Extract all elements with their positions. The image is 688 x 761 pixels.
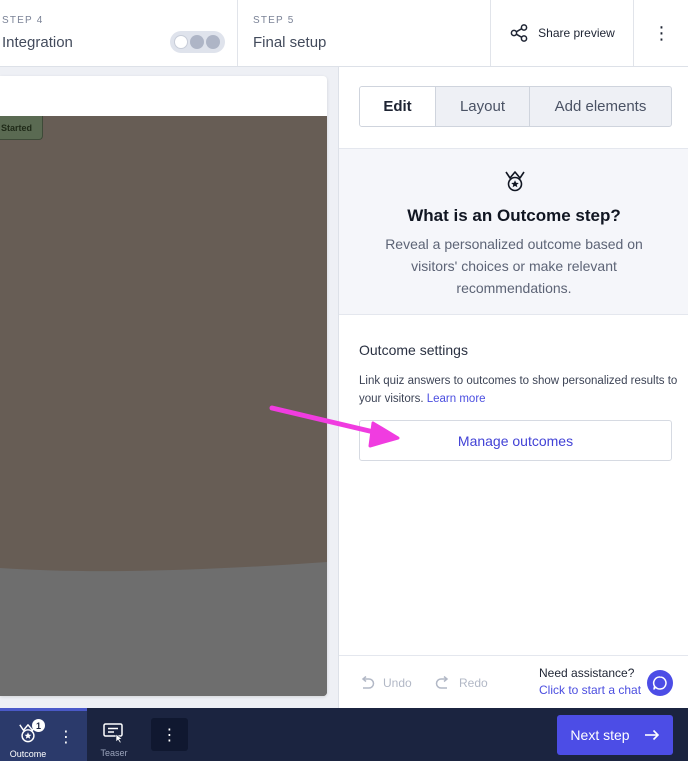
quiz-preview-area: Started (0, 67, 338, 708)
undo-label: Undo (383, 676, 412, 690)
chat-bubble-button[interactable] (647, 670, 673, 696)
step-final-setup[interactable]: STEP 5 Final setup (239, 0, 491, 66)
share-preview-label: Share preview (538, 26, 615, 40)
next-step-label: Next step (570, 727, 630, 743)
footer-bar: 1 Outcome ⋮ Teaser ⋮ Next step (0, 708, 688, 761)
start-chat-link[interactable]: Click to start a chat (539, 683, 641, 697)
outcome-settings-description: Link quiz answers to outcomes to show pe… (359, 372, 679, 408)
header-more-button[interactable]: ⋮ (635, 0, 688, 66)
manage-outcomes-button[interactable]: Manage outcomes (359, 420, 672, 461)
footer-outcome-step[interactable]: 1 Outcome ⋮ (0, 708, 87, 761)
redo-icon (435, 676, 449, 689)
outcome-crown-icon (505, 171, 525, 192)
toggle-dot (174, 35, 188, 49)
settings-description-text: Link quiz answers to outcomes to show pe… (359, 375, 678, 405)
panel-bottom-bar: Undo Redo Need assistance? Click to star… (339, 655, 688, 708)
step-number: STEP 5 (253, 15, 295, 26)
integration-status-toggle[interactable] (170, 31, 225, 53)
teaser-icon (103, 723, 123, 744)
outcome-settings-title: Outcome settings (359, 342, 468, 358)
footer-teaser-step[interactable]: Teaser (87, 708, 141, 761)
preview-background-image: Started (0, 116, 327, 696)
undo-button[interactable]: Undo (359, 676, 412, 690)
undo-icon (361, 676, 375, 689)
share-preview-button[interactable]: Share preview (492, 0, 634, 66)
learn-more-link[interactable]: Learn more (427, 393, 486, 405)
step-title: Integration (2, 34, 73, 51)
assistance-question: Need assistance? (539, 666, 635, 680)
step-title: Final setup (253, 34, 327, 51)
footer-teaser-label: Teaser (100, 748, 128, 758)
tab-edit[interactable]: Edit (360, 87, 436, 126)
editor-panel: Edit Layout Add elements What is an Outc… (338, 67, 688, 708)
tab-layout[interactable]: Layout (436, 87, 530, 126)
outcome-info-box: What is an Outcome step? Reveal a person… (339, 148, 688, 315)
assistance-block: Need assistance? Click to start a chat (539, 666, 641, 697)
outcome-info-title: What is an Outcome step? (407, 206, 621, 225)
next-step-button[interactable]: Next step (557, 715, 673, 755)
outcome-info-description: Reveal a personalized outcome based on v… (385, 236, 643, 296)
redo-label: Redo (459, 676, 488, 690)
footer-outcome-label: Outcome (9, 749, 47, 759)
outcome-options-button[interactable]: ⋮ (58, 727, 74, 747)
preview-card: Started (0, 76, 327, 696)
arrow-right-icon (644, 729, 659, 741)
footer-more-button[interactable]: ⋮ (151, 718, 188, 751)
chat-bubble-icon (652, 676, 667, 690)
outcome-count-badge: 1 (32, 719, 45, 732)
step-integration[interactable]: STEP 4 Integration (0, 0, 238, 66)
redo-button[interactable]: Redo (435, 676, 488, 690)
tab-add-elements[interactable]: Add elements (530, 87, 671, 126)
editor-tabs: Edit Layout Add elements (359, 86, 672, 127)
step-number: STEP 4 (2, 15, 44, 26)
top-bar: STEP 4 Integration STEP 5 Final setup Sh… (0, 0, 688, 67)
share-icon (510, 24, 528, 42)
get-started-button[interactable]: Started (0, 116, 44, 140)
toggle-dot (190, 35, 204, 49)
toggle-dot (206, 35, 220, 49)
